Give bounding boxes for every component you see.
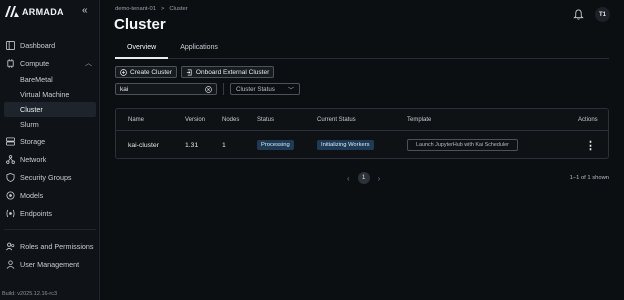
sidebar-item-network[interactable]: Network: [0, 150, 100, 168]
endpoints-icon: [6, 209, 15, 217]
sidebar-divider: [4, 229, 96, 230]
actions-cell: ⋮: [585, 131, 596, 159]
logo-text: ARMADA: [22, 6, 64, 17]
sidebar-item-label: User Management: [20, 259, 80, 269]
clusters-table: Name Version Nodes Status Current Status…: [115, 108, 609, 159]
sidebar-item-dashboard[interactable]: Dashboard: [0, 36, 100, 54]
column-header-version[interactable]: Version: [185, 109, 205, 130]
sidebar-item-label: Storage: [20, 136, 46, 146]
sidebar: ARMADA « Dashboard Compute ︿ BareMetal V…: [0, 0, 100, 300]
sidebar-item-storage[interactable]: Storage: [0, 132, 100, 150]
sidebar-item-label: Virtual Machine: [20, 90, 70, 99]
sidebar-item-label: Dashboard: [20, 40, 56, 50]
sidebar-item-label: Security Groups: [20, 172, 72, 182]
storage-icon: [6, 136, 15, 146]
sidebar-item-user-management[interactable]: User Management: [0, 255, 100, 273]
column-header-status[interactable]: Status: [257, 109, 274, 130]
clear-search-icon[interactable]: [205, 85, 212, 93]
breadcrumb-separator: >: [160, 6, 165, 12]
search-input[interactable]: [120, 85, 205, 93]
sidebar-nav: Dashboard Compute ︿ BareMetal Virtual Ma…: [0, 36, 100, 273]
breadcrumb-tenant[interactable]: demo-tenant-01: [115, 6, 156, 12]
avatar[interactable]: T1: [595, 7, 610, 22]
column-header-template[interactable]: Template: [407, 109, 431, 130]
create-cluster-label: Create Cluster: [130, 68, 172, 76]
cluster-version: 1.31: [185, 141, 199, 149]
armada-logo-icon: [5, 6, 19, 17]
tab-applications[interactable]: Applications: [168, 40, 230, 59]
roles-icon: [6, 242, 15, 250]
shield-icon: [6, 172, 15, 182]
sidebar-item-endpoints[interactable]: Endpoints: [0, 204, 100, 222]
collapse-sidebar-icon[interactable]: «: [82, 6, 88, 16]
sidebar-item-roles-and-permissions[interactable]: Roles and Permissions: [0, 237, 100, 255]
sidebar-item-label: Slurm: [20, 120, 39, 129]
filter-divider: [223, 83, 224, 95]
sidebar-item-label: Models: [20, 190, 44, 200]
more-actions-icon[interactable]: ⋮: [585, 139, 596, 152]
header-actions: T1: [571, 7, 610, 22]
sidebar-item-models[interactable]: Models: [0, 186, 100, 204]
models-icon: [6, 190, 15, 200]
chevron-up-icon: ︿: [85, 60, 92, 67]
sidebar-item-security-groups[interactable]: Security Groups: [0, 168, 100, 186]
sidebar-item-label: Endpoints: [20, 208, 52, 218]
page-title: Cluster: [114, 16, 166, 33]
chevron-down-icon: ﹀: [287, 87, 294, 94]
main-content: demo-tenant-01 > Cluster Cluster T1 Over…: [101, 0, 624, 300]
column-header-actions: Actions: [578, 116, 598, 123]
launch-template-button[interactable]: Launch JupyterHub with Kai Scheduler: [407, 139, 518, 151]
sidebar-item-virtual-machine[interactable]: Virtual Machine: [0, 87, 100, 102]
table-header: Name Version Nodes Status Current Status…: [116, 109, 608, 131]
next-page-icon[interactable]: ›: [378, 174, 381, 183]
previous-page-icon[interactable]: ‹: [347, 174, 350, 183]
breadcrumb-current: Cluster: [169, 6, 188, 12]
current-status-badge: Initializing Workers: [317, 140, 374, 150]
create-cluster-button[interactable]: Create Cluster: [115, 66, 177, 78]
page-number-button[interactable]: 1: [357, 172, 370, 184]
breadcrumb: demo-tenant-01 > Cluster: [115, 6, 188, 12]
onboard-external-cluster-button[interactable]: Onboard External Cluster: [180, 66, 275, 78]
filter-row: Cluster Status ﹀: [115, 83, 300, 95]
search-box[interactable]: [115, 83, 217, 95]
results-count: 1–1 of 1 shown: [569, 175, 609, 181]
dashboard-icon: [6, 40, 15, 50]
cluster-nodes: 1: [222, 141, 226, 149]
cluster-status-select[interactable]: Cluster Status ﹀: [230, 83, 300, 95]
status-badge: Processing: [257, 140, 294, 150]
compute-icon: [7, 58, 14, 68]
pagination: ‹ 1 ›: [347, 172, 380, 184]
plus-circle-icon: [120, 68, 127, 76]
sidebar-item-slurm[interactable]: Slurm: [0, 117, 100, 132]
network-icon: [6, 154, 15, 164]
column-header-current-status[interactable]: Current Status: [317, 109, 356, 130]
user-icon: [6, 259, 15, 269]
build-version: Build: v2025.12.16-rc3: [2, 291, 58, 297]
sidebar-item-label: Network: [20, 154, 47, 164]
sidebar-item-label: Roles and Permissions: [20, 241, 94, 251]
sidebar-item-label: BareMetal: [20, 75, 53, 84]
cluster-name[interactable]: kai-cluster: [128, 131, 159, 159]
template-cell: Launch JupyterHub with Kai Scheduler: [407, 131, 518, 159]
cluster-status-placeholder: Cluster Status: [236, 85, 275, 93]
tab-bar: Overview Applications: [115, 40, 609, 59]
onboard-external-cluster-label: Onboard External Cluster: [195, 68, 270, 76]
sidebar-item-label: Cluster: [20, 105, 43, 114]
sidebar-item-baremetal[interactable]: BareMetal: [0, 72, 100, 87]
table-row[interactable]: kai-cluster 1.31 1 Processing Initializi…: [116, 131, 608, 159]
logo[interactable]: ARMADA: [5, 6, 64, 17]
column-header-nodes[interactable]: Nodes: [222, 109, 239, 130]
column-header-name[interactable]: Name: [128, 109, 144, 130]
status-cell: Processing: [257, 131, 294, 159]
notifications-bell-icon[interactable]: [571, 8, 585, 22]
onboard-icon: [186, 69, 192, 75]
tab-overview[interactable]: Overview: [115, 40, 169, 59]
toolbar: Create Cluster Onboard External Cluster: [115, 66, 275, 78]
sidebar-item-cluster[interactable]: Cluster: [4, 102, 96, 117]
sidebar-item-label: Compute: [20, 58, 50, 68]
sidebar-item-compute[interactable]: Compute ︿: [0, 54, 100, 72]
current-status-cell: Initializing Workers: [317, 131, 374, 159]
